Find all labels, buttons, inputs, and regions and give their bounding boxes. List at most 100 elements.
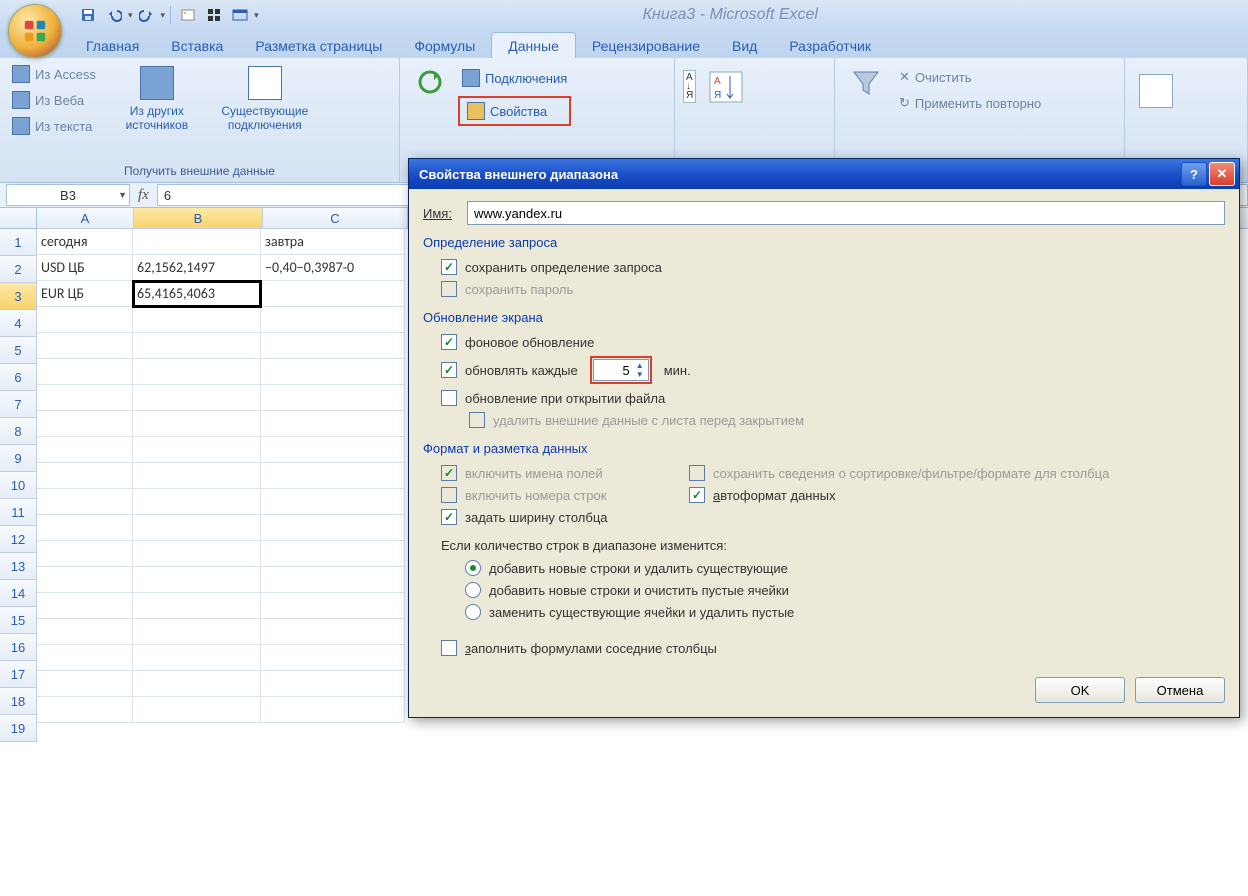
redo-icon[interactable] — [135, 4, 159, 26]
row-header-4[interactable]: 4 — [0, 310, 37, 337]
row-header-10[interactable]: 10 — [0, 472, 37, 499]
tab-insert[interactable]: Вставка — [155, 33, 239, 58]
cell-A17[interactable] — [37, 645, 133, 671]
bg-refresh-checkbox[interactable] — [441, 334, 457, 350]
cell-B19[interactable] — [133, 697, 261, 723]
refresh-every-checkbox[interactable] — [441, 362, 457, 378]
cell-A14[interactable] — [37, 567, 133, 593]
cell-B13[interactable] — [133, 541, 261, 567]
row-header-13[interactable]: 13 — [0, 553, 37, 580]
cell-A19[interactable] — [37, 697, 133, 723]
cell-C17[interactable] — [261, 645, 405, 671]
tab-home[interactable]: Главная — [70, 33, 155, 58]
save-icon[interactable] — [76, 4, 100, 26]
cell-B8[interactable] — [133, 411, 261, 437]
office-button[interactable] — [8, 4, 62, 58]
fill-formulas-checkbox[interactable] — [441, 640, 457, 656]
cell-B2[interactable]: 62,1562,1497 — [133, 255, 261, 281]
reapply-button[interactable]: ↻Применить повторно — [895, 92, 1045, 114]
cell-B1[interactable] — [133, 229, 261, 255]
cell-B6[interactable] — [133, 359, 261, 385]
row-header-14[interactable]: 14 — [0, 580, 37, 607]
refresh-all-button[interactable] — [408, 62, 452, 102]
tab-review[interactable]: Рецензирование — [576, 33, 716, 58]
cell-C18[interactable] — [261, 671, 405, 697]
row-header-7[interactable]: 7 — [0, 391, 37, 418]
tab-formulas[interactable]: Формулы — [398, 33, 491, 58]
refresh-minutes-input[interactable] — [594, 363, 632, 378]
cell-B16[interactable] — [133, 619, 261, 645]
cell-B10[interactable] — [133, 463, 261, 489]
cell-A5[interactable] — [37, 333, 133, 359]
qat-icon-1[interactable] — [176, 4, 200, 26]
cell-A15[interactable] — [37, 593, 133, 619]
cell-C7[interactable] — [261, 385, 405, 411]
cell-A13[interactable] — [37, 541, 133, 567]
col-header-B[interactable]: B — [134, 208, 263, 229]
cell-C15[interactable] — [261, 593, 405, 619]
cell-C8[interactable] — [261, 411, 405, 437]
from-web-button[interactable]: Из Веба — [8, 88, 100, 112]
row-header-16[interactable]: 16 — [0, 634, 37, 661]
cancel-button[interactable]: Отмена — [1135, 677, 1225, 703]
cell-A2[interactable]: USD ЦБ — [37, 255, 133, 281]
set-width-checkbox[interactable] — [441, 509, 457, 525]
existing-conn-button[interactable]: Существующие подключения — [214, 62, 316, 136]
row-header-19[interactable]: 19 — [0, 715, 37, 742]
cell-C6[interactable] — [261, 359, 405, 385]
spin-up-icon[interactable]: ▲ — [632, 361, 648, 370]
cell-C19[interactable] — [261, 697, 405, 723]
cell-C3[interactable] — [261, 281, 405, 307]
refresh-open-checkbox[interactable] — [441, 390, 457, 406]
row-header-11[interactable]: 11 — [0, 499, 37, 526]
cell-C10[interactable] — [261, 463, 405, 489]
sort-asc-button[interactable]: А↓Я — [683, 70, 696, 103]
cell-A18[interactable] — [37, 671, 133, 697]
row-header-8[interactable]: 8 — [0, 418, 37, 445]
cell-C1[interactable]: завтра — [261, 229, 405, 255]
cell-A1[interactable]: сегодня — [37, 229, 133, 255]
properties-button[interactable]: Свойства — [463, 99, 551, 123]
cell-A8[interactable] — [37, 411, 133, 437]
select-all-corner[interactable] — [0, 208, 37, 229]
row-header-17[interactable]: 17 — [0, 661, 37, 688]
cell-C13[interactable] — [261, 541, 405, 567]
cell-B5[interactable] — [133, 333, 261, 359]
col-header-A[interactable]: A — [37, 208, 134, 229]
autoformat-checkbox[interactable] — [689, 487, 705, 503]
cell-B4[interactable] — [133, 307, 261, 333]
cell-B17[interactable] — [133, 645, 261, 671]
cell-B9[interactable] — [133, 437, 261, 463]
filter-button[interactable] — [843, 62, 889, 104]
row-header-12[interactable]: 12 — [0, 526, 37, 553]
cell-A4[interactable] — [37, 307, 133, 333]
row-header-15[interactable]: 15 — [0, 607, 37, 634]
cell-A7[interactable] — [37, 385, 133, 411]
cell-C14[interactable] — [261, 567, 405, 593]
row-header-1[interactable]: 1 — [0, 229, 37, 256]
cell-A16[interactable] — [37, 619, 133, 645]
other-sources-button[interactable]: Из других источников — [106, 62, 208, 136]
cell-C5[interactable] — [261, 333, 405, 359]
row-header-18[interactable]: 18 — [0, 688, 37, 715]
from-text-button[interactable]: Из текста — [8, 114, 100, 138]
text-to-cols-button[interactable] — [1133, 70, 1179, 112]
qat-icon-3[interactable] — [228, 4, 252, 26]
opt-clear-radio[interactable] — [465, 582, 481, 598]
row-header-3[interactable]: 3 — [0, 283, 37, 310]
cell-B7[interactable] — [133, 385, 261, 411]
cell-A10[interactable] — [37, 463, 133, 489]
ok-button[interactable]: OK — [1035, 677, 1125, 703]
spin-down-icon[interactable]: ▼ — [632, 370, 648, 379]
cell-B11[interactable] — [133, 489, 261, 515]
cell-B14[interactable] — [133, 567, 261, 593]
tab-developer[interactable]: Разработчик — [773, 33, 887, 58]
cell-C11[interactable] — [261, 489, 405, 515]
cell-C4[interactable] — [261, 307, 405, 333]
help-button[interactable]: ? — [1181, 162, 1207, 186]
name-input[interactable] — [467, 201, 1225, 225]
fx-icon[interactable]: fx — [138, 187, 149, 204]
close-button[interactable]: ✕ — [1209, 162, 1235, 186]
cell-C12[interactable] — [261, 515, 405, 541]
tab-data[interactable]: Данные — [491, 32, 576, 58]
